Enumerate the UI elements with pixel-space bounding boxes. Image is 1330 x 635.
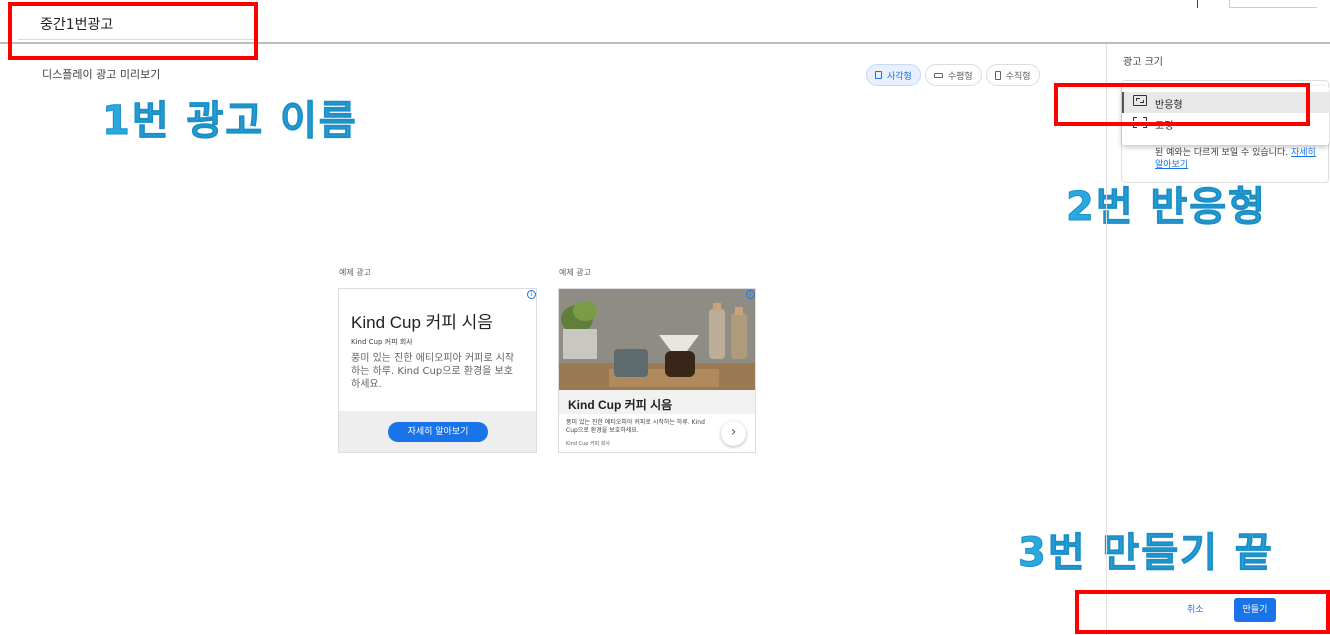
- toggle-vertical-label: 수직형: [1005, 71, 1031, 82]
- panel-note-text: 된 예와는 다르게 보일 수 있습니다.: [1155, 148, 1289, 158]
- toggle-square-label: 사각형: [887, 71, 912, 82]
- highlight-box-create: [1075, 590, 1330, 634]
- card2-headline: Kind Cup 커피 시음: [568, 398, 673, 412]
- annotation-ad-name: 1번 광고 이름: [102, 98, 358, 145]
- topright-frame: [1229, 0, 1317, 8]
- topright-divider: [1197, 0, 1198, 8]
- card1-description: 풍미 있는 진한 에티오피아 커피로 시작하는 하루. Kind Cup으로 환…: [351, 353, 515, 390]
- toggle-vertical[interactable]: 수직형: [985, 64, 1040, 86]
- coffee-photo: [559, 289, 755, 390]
- card2-description: 풍미 있는 진한 에티오피아 커피로 시작하는 하루. Kind Cup으로 환…: [566, 419, 705, 434]
- card1-headline: Kind Cup 커피 시음: [351, 313, 493, 332]
- chevron-right-icon[interactable]: ›: [721, 421, 746, 446]
- highlight-box-name: [8, 2, 258, 60]
- shape-toggle-group: 사각형 수평형 수직형: [866, 64, 1040, 86]
- coffee-photo-art: [559, 289, 755, 390]
- card2-company: Kind Cup 커피 회사: [566, 441, 611, 447]
- ad-size-title: 광고 크기: [1123, 57, 1163, 68]
- vertical-icon: [994, 70, 1001, 80]
- preview-title: 디스플레이 광고 미리보기: [42, 68, 161, 81]
- panel-divider: [1106, 44, 1107, 635]
- toggle-horizontal[interactable]: 수평형: [924, 64, 982, 86]
- learn-more-button[interactable]: 자세히 알아보기: [388, 422, 488, 442]
- info-icon[interactable]: i: [527, 290, 536, 299]
- square-icon: [875, 71, 882, 79]
- horizontal-icon: [933, 72, 943, 78]
- card1-label: 예제 광고: [339, 268, 371, 277]
- toggle-horizontal-label: 수평형: [947, 71, 973, 82]
- highlight-box-responsive: [1054, 83, 1310, 126]
- toggle-square[interactable]: 사각형: [866, 64, 921, 86]
- card2-label: 예제 광고: [559, 268, 591, 277]
- card1-company: Kind Cup 커피 회사: [351, 338, 413, 346]
- annotation-create: 3번 만들기 끝: [1018, 530, 1274, 577]
- panel-note: 된 예와는 다르게 보일 수 있습니다. 자세히 알아보기: [1155, 147, 1320, 171]
- info-icon[interactable]: i: [746, 290, 755, 299]
